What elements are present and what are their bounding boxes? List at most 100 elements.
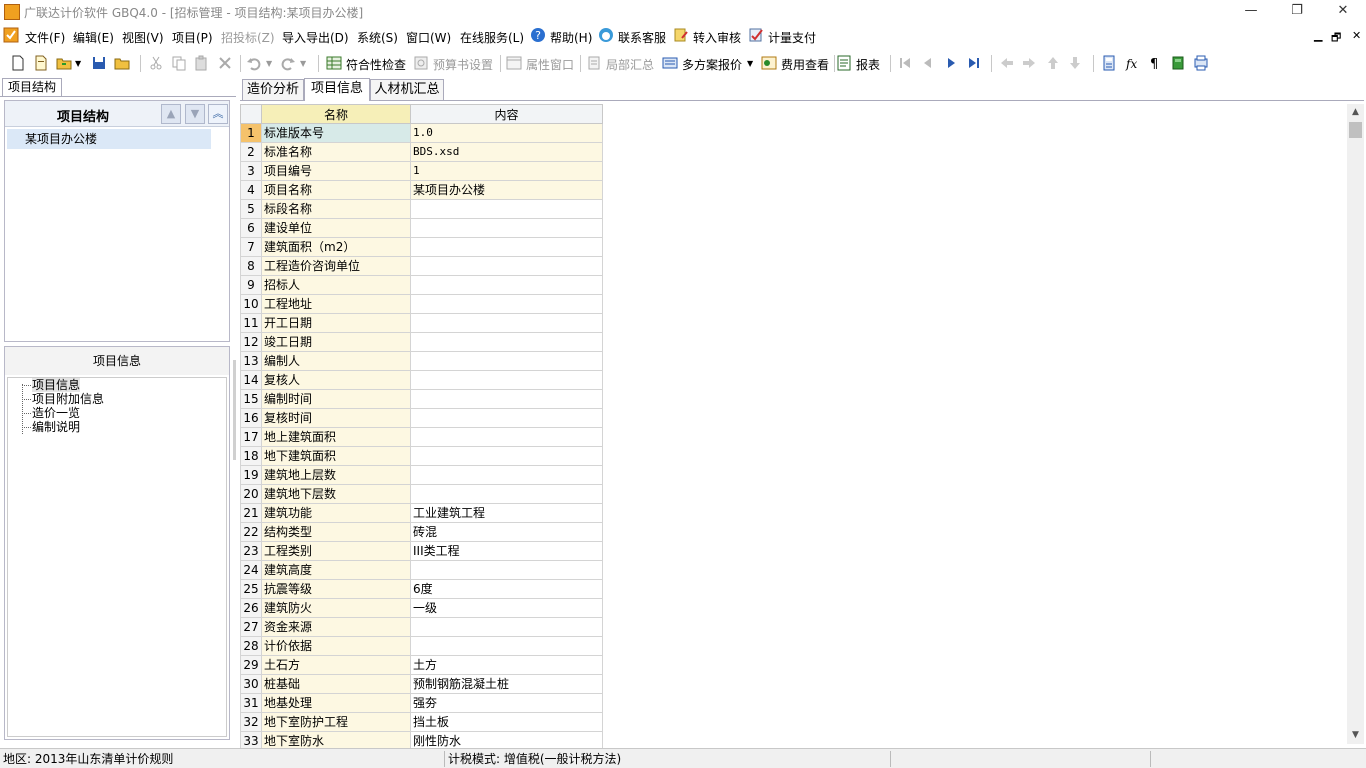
field-name-cell[interactable]: 标准名称: [261, 142, 411, 162]
field-name-cell[interactable]: 结构类型: [261, 522, 411, 542]
field-name-cell[interactable]: 地下室防护工程: [261, 712, 411, 732]
row-number[interactable]: 16: [240, 408, 262, 428]
column-header-name[interactable]: 名称: [261, 104, 411, 124]
table-row[interactable]: 30 桩基础 预制钢筋混凝土桩: [240, 674, 603, 694]
row-number[interactable]: 20: [240, 484, 262, 504]
move-down-icon[interactable]: [1067, 55, 1083, 71]
table-row[interactable]: 5 标段名称: [240, 199, 603, 219]
field-value-cell[interactable]: 预制钢筋混凝土桩: [410, 674, 603, 694]
field-value-cell[interactable]: [410, 427, 603, 447]
field-value-cell[interactable]: [410, 389, 603, 409]
previous-record-icon[interactable]: [920, 55, 936, 71]
copy-icon[interactable]: [171, 55, 187, 71]
row-number[interactable]: 22: [240, 522, 262, 542]
redo-icon[interactable]: [280, 55, 296, 71]
minimize-button[interactable]: —: [1228, 0, 1274, 24]
folder-icon[interactable]: [114, 55, 130, 71]
field-name-cell[interactable]: 项目编号: [261, 161, 411, 181]
row-number[interactable]: 8: [240, 256, 262, 276]
table-row[interactable]: 2 标准名称 BDS.xsd: [240, 142, 603, 162]
field-value-cell[interactable]: [410, 636, 603, 656]
row-number[interactable]: 31: [240, 693, 262, 713]
compliance-check-button[interactable]: 符合性检查: [346, 56, 406, 73]
field-name-cell[interactable]: 工程造价咨询单位: [261, 256, 411, 276]
paste-icon[interactable]: [194, 55, 210, 71]
field-value-cell[interactable]: 1: [410, 161, 603, 181]
move-up-icon[interactable]: ▲: [161, 104, 181, 124]
fee-view-button[interactable]: 费用查看: [781, 56, 829, 73]
table-row[interactable]: 19 建筑地上层数: [240, 465, 603, 485]
row-number[interactable]: 19: [240, 465, 262, 485]
table-row[interactable]: 11 开工日期: [240, 313, 603, 333]
table-row[interactable]: 9 招标人: [240, 275, 603, 295]
row-number[interactable]: 17: [240, 427, 262, 447]
field-value-cell[interactable]: [410, 256, 603, 276]
field-name-cell[interactable]: 计价依据: [261, 636, 411, 656]
paragraph-icon[interactable]: ¶: [1147, 55, 1163, 71]
table-row[interactable]: 20 建筑地下层数: [240, 484, 603, 504]
field-value-cell[interactable]: [410, 617, 603, 637]
next-record-icon[interactable]: [943, 55, 959, 71]
field-name-cell[interactable]: 建筑地上层数: [261, 465, 411, 485]
row-number[interactable]: 24: [240, 560, 262, 580]
row-number[interactable]: 3: [240, 161, 262, 181]
table-row[interactable]: 22 结构类型 砖混: [240, 522, 603, 542]
tab-project-structure[interactable]: 项目结构: [2, 78, 62, 97]
field-value-cell[interactable]: 砖混: [410, 522, 603, 542]
field-name-cell[interactable]: 建筑功能: [261, 503, 411, 523]
field-value-cell[interactable]: [410, 275, 603, 295]
mdi-restore-button[interactable]: 🗗: [1331, 29, 1341, 48]
table-row[interactable]: 14 复核人: [240, 370, 603, 390]
field-name-cell[interactable]: 工程类别: [261, 541, 411, 561]
pane-splitter[interactable]: [233, 360, 236, 460]
row-number[interactable]: 13: [240, 351, 262, 371]
tab-labor-material-summary[interactable]: 人材机汇总: [370, 79, 444, 100]
field-value-cell[interactable]: [410, 465, 603, 485]
field-value-cell[interactable]: [410, 218, 603, 238]
field-name-cell[interactable]: 工程地址: [261, 294, 411, 314]
field-value-cell[interactable]: [410, 408, 603, 428]
report-button[interactable]: 报表: [856, 56, 880, 73]
row-number[interactable]: 14: [240, 370, 262, 390]
table-row[interactable]: 12 竣工日期: [240, 332, 603, 352]
mdi-minimize-button[interactable]: ▁: [1314, 29, 1322, 42]
table-row[interactable]: 16 复核时间: [240, 408, 603, 428]
field-name-cell[interactable]: 建设单位: [261, 218, 411, 238]
field-value-cell[interactable]: [410, 332, 603, 352]
cut-icon[interactable]: [148, 55, 164, 71]
formula-icon[interactable]: fx: [1124, 55, 1140, 71]
menu-system[interactable]: 系统(S): [357, 29, 398, 46]
column-header-content[interactable]: 内容: [410, 104, 603, 124]
field-value-cell[interactable]: 土方: [410, 655, 603, 675]
field-value-cell[interactable]: 某项目办公楼: [410, 180, 603, 200]
field-name-cell[interactable]: 招标人: [261, 275, 411, 295]
open-folder-icon[interactable]: [56, 55, 72, 71]
field-name-cell[interactable]: 地基处理: [261, 693, 411, 713]
row-number[interactable]: 5: [240, 199, 262, 219]
scroll-down-icon[interactable]: ▼: [1347, 727, 1364, 744]
multi-quote-button[interactable]: 多方案报价: [682, 56, 742, 73]
vertical-scrollbar[interactable]: ▲ ▼: [1347, 104, 1364, 744]
table-row[interactable]: 13 编制人: [240, 351, 603, 371]
scroll-up-icon[interactable]: ▲: [1347, 104, 1364, 121]
new-file-icon[interactable]: [10, 55, 26, 71]
budget-settings-button[interactable]: 预算书设置: [433, 56, 493, 73]
redo-dropdown-icon[interactable]: ▼: [300, 59, 306, 68]
table-row[interactable]: 24 建筑高度: [240, 560, 603, 580]
menu-help[interactable]: 帮助(H): [550, 29, 592, 46]
row-number[interactable]: 7: [240, 237, 262, 257]
field-name-cell[interactable]: 建筑高度: [261, 560, 411, 580]
last-record-icon[interactable]: [966, 55, 982, 71]
field-value-cell[interactable]: 6度: [410, 579, 603, 599]
delete-icon[interactable]: [217, 55, 233, 71]
row-number[interactable]: 30: [240, 674, 262, 694]
table-row[interactable]: 15 编制时间: [240, 389, 603, 409]
field-name-cell[interactable]: 地上建筑面积: [261, 427, 411, 447]
field-value-cell[interactable]: BDS.xsd: [410, 142, 603, 162]
row-number[interactable]: 4: [240, 180, 262, 200]
field-value-cell[interactable]: 一级: [410, 598, 603, 618]
property-window-button[interactable]: 属性窗口: [526, 56, 574, 73]
tab-project-info[interactable]: 项目信息: [304, 78, 370, 101]
collapse-panel-icon[interactable]: ︽: [208, 104, 228, 124]
field-name-cell[interactable]: 地下建筑面积: [261, 446, 411, 466]
